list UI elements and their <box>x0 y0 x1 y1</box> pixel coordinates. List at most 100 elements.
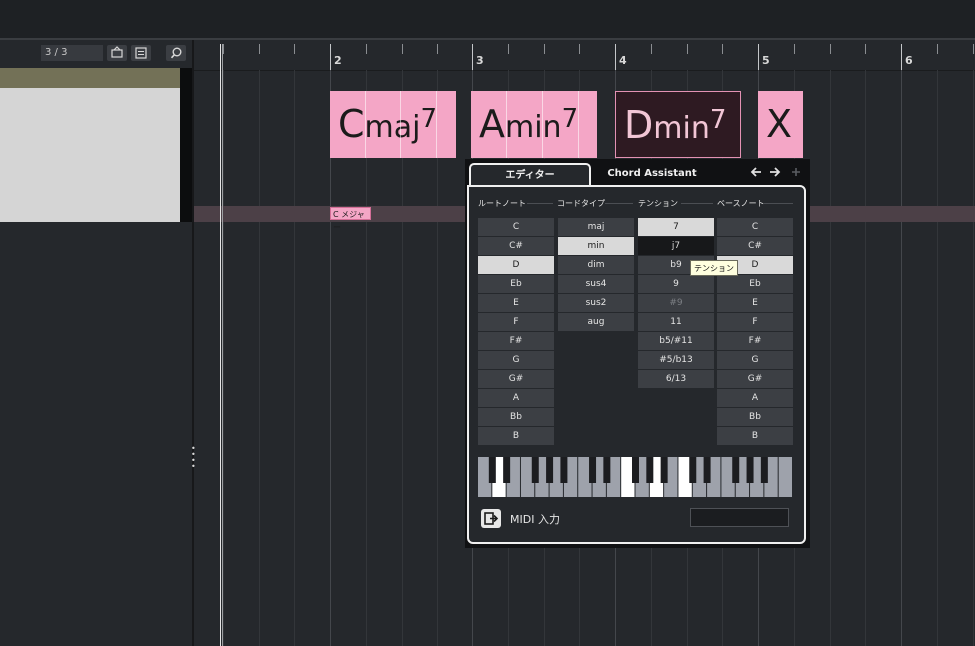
track-visibility-button[interactable] <box>107 45 127 61</box>
ruler-beat-tick <box>722 44 723 54</box>
next-chord-button[interactable] <box>768 165 782 179</box>
grid-line <box>865 70 866 646</box>
piano-black-key[interactable] <box>503 457 511 483</box>
chord-event-selected[interactable]: Dmin7 <box>615 91 741 158</box>
root-note-option[interactable]: C <box>478 218 554 236</box>
chord-type-option[interactable]: aug <box>558 313 634 331</box>
tension-option[interactable]: 11 <box>638 313 714 331</box>
top-bar <box>0 0 975 40</box>
chord-tension: 7 <box>709 105 727 135</box>
ruler-beat-tick <box>437 44 438 54</box>
root-note-option-selected[interactable]: D <box>478 256 554 274</box>
root-note-option[interactable]: F# <box>478 332 554 350</box>
bass-note-option[interactable]: C <box>717 218 793 236</box>
midi-input-button[interactable] <box>481 509 501 528</box>
tension-option[interactable]: b5/#11 <box>638 332 714 350</box>
resize-handle-icon[interactable]: • • • • <box>191 445 196 471</box>
root-note-column: C C# D Eb E F F# G G# A Bb B <box>478 218 554 446</box>
root-note-option[interactable]: G <box>478 351 554 369</box>
tension-option[interactable]: #5/b13 <box>638 351 714 369</box>
piano-keyboard[interactable] <box>478 457 793 497</box>
piano-black-key[interactable] <box>660 457 668 483</box>
timeline-ruler[interactable] <box>194 40 975 71</box>
piano-black-key[interactable] <box>689 457 697 483</box>
tension-option-disabled: #9 <box>638 294 714 312</box>
root-note-option[interactable]: E <box>478 294 554 312</box>
root-note-option[interactable]: C# <box>478 237 554 255</box>
tension-option[interactable]: 9 <box>638 275 714 293</box>
piano-black-key[interactable] <box>603 457 611 483</box>
chord-type-option[interactable]: dim <box>558 256 634 274</box>
tension-tooltip: テンション <box>690 260 738 276</box>
bass-note-option[interactable]: Eb <box>717 275 793 293</box>
piano-black-key[interactable] <box>589 457 597 483</box>
piano-black-key[interactable] <box>746 457 754 483</box>
tab-editor[interactable]: エディター <box>469 163 591 185</box>
chord-event[interactable]: Cmaj7 <box>330 91 456 158</box>
tension-option-selected[interactable]: 7 <box>638 218 714 236</box>
ruler-bar-line <box>758 44 759 70</box>
chord-event[interactable]: Amin7 <box>471 91 597 158</box>
piano-black-key[interactable] <box>488 457 496 483</box>
chord-type-option[interactable]: maj <box>558 218 634 236</box>
bar-number: 5 <box>762 54 770 67</box>
tension-option[interactable]: 6/13 <box>638 370 714 388</box>
ruler-beat-tick <box>366 44 367 54</box>
tension-option[interactable]: j7 <box>638 237 714 255</box>
bass-note-option[interactable]: G# <box>717 370 793 388</box>
track-search-button[interactable] <box>166 45 186 61</box>
chord-type: min <box>653 111 710 146</box>
grid-line <box>294 70 295 646</box>
previous-chord-button[interactable] <box>749 165 763 179</box>
piano-black-key[interactable] <box>531 457 539 483</box>
bass-note-option[interactable]: E <box>717 294 793 312</box>
bass-note-option[interactable]: B <box>717 427 793 445</box>
panel-divider[interactable] <box>192 40 194 646</box>
midi-input-field[interactable] <box>690 508 789 527</box>
add-chord-button[interactable] <box>789 165 803 179</box>
piano-black-key[interactable] <box>632 457 639 483</box>
root-note-option[interactable]: B <box>478 427 554 445</box>
bass-note-header: ベースノート <box>717 199 765 208</box>
track-list-menu-button[interactable] <box>131 45 151 61</box>
chord-track-header[interactable] <box>0 68 180 88</box>
ruler-beat-tick <box>651 44 652 54</box>
bass-note-option[interactable]: F# <box>717 332 793 350</box>
bass-note-option[interactable]: F <box>717 313 793 331</box>
bass-note-option[interactable]: C# <box>717 237 793 255</box>
ruler-beat-tick <box>544 44 545 54</box>
piano-black-key[interactable] <box>703 457 711 483</box>
root-note-option[interactable]: Bb <box>478 408 554 426</box>
scale-event[interactable]: C メジャー <box>330 207 371 232</box>
chord-type: maj <box>364 110 421 145</box>
ruler-beat-tick <box>579 44 580 54</box>
bass-note-option[interactable]: Bb <box>717 408 793 426</box>
tab-chord-assistant[interactable]: Chord Assistant <box>594 163 710 185</box>
ruler-beat-tick <box>794 44 795 54</box>
piano-black-key[interactable] <box>646 457 654 483</box>
ruler-bar-line <box>472 44 473 70</box>
midi-input-icon <box>484 512 499 525</box>
ruler-beat-tick <box>223 44 224 54</box>
bass-note-option[interactable]: G <box>717 351 793 369</box>
bass-note-option[interactable]: A <box>717 389 793 407</box>
search-icon <box>170 47 182 59</box>
chord-type-option[interactable]: sus2 <box>558 294 634 312</box>
piano-black-key[interactable] <box>760 457 768 483</box>
cursor-line[interactable] <box>220 44 221 646</box>
root-note-option[interactable]: F <box>478 313 554 331</box>
piano-black-key[interactable] <box>560 457 568 483</box>
ruler-beat-tick <box>402 44 403 54</box>
piano-black-key[interactable] <box>732 457 740 483</box>
root-note-option[interactable]: Eb <box>478 275 554 293</box>
grid-line <box>830 70 831 646</box>
chord-event[interactable]: X <box>758 91 803 158</box>
chord-type-option-selected[interactable]: min <box>558 237 634 255</box>
piano-black-key[interactable] <box>546 457 554 483</box>
root-note-option[interactable]: G# <box>478 370 554 388</box>
chord-track-body[interactable] <box>0 88 180 222</box>
piano-white-key[interactable] <box>778 457 792 497</box>
plus-icon <box>792 168 800 176</box>
chord-type-option[interactable]: sus4 <box>558 275 634 293</box>
root-note-option[interactable]: A <box>478 389 554 407</box>
